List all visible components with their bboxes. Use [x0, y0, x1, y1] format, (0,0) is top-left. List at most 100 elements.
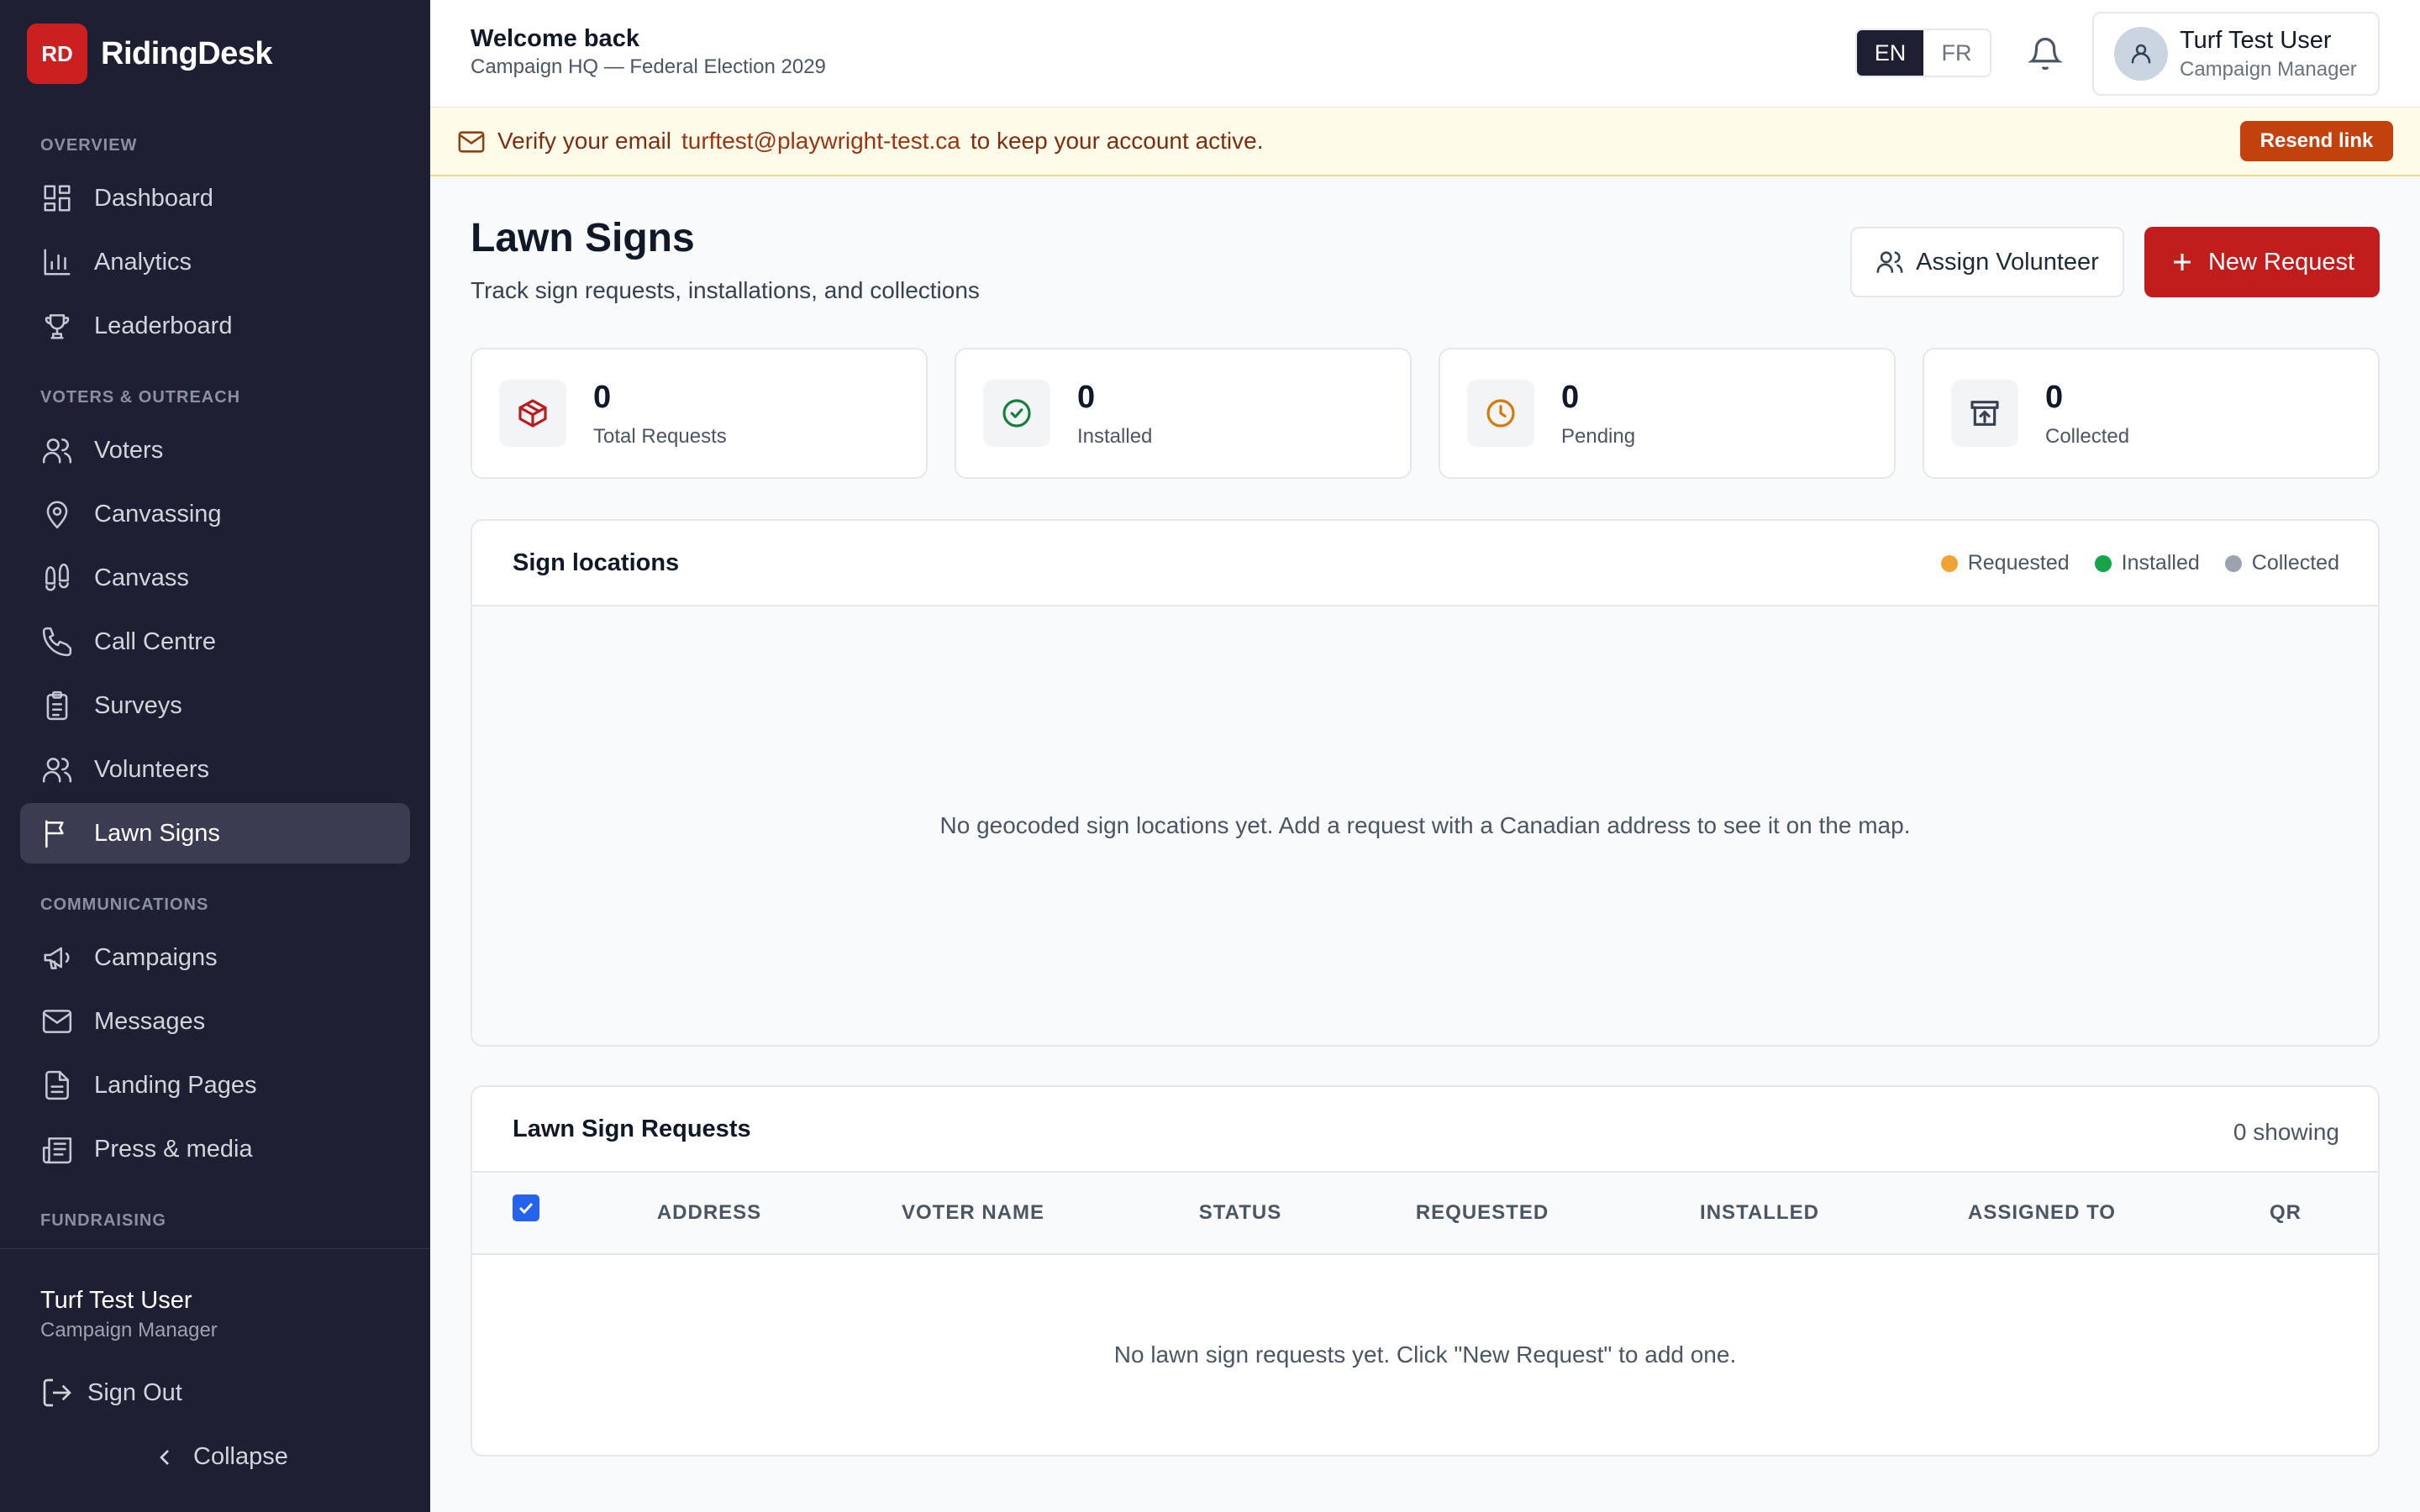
banner-text-after: to keep your account active.	[970, 128, 1264, 154]
sidebar-item-label: Campaigns	[94, 943, 218, 971]
sidebar-item-label: Messages	[94, 1007, 206, 1035]
stat-value: 0	[1077, 380, 1096, 415]
flag-icon	[40, 816, 74, 850]
map-area[interactable]: No geocoded sign locations yet. Add a re…	[472, 606, 2378, 1045]
avatar	[2114, 27, 2168, 81]
sign-out-button[interactable]: Sign Out	[40, 1376, 182, 1410]
stat-value: 0	[2045, 380, 2064, 415]
card-header: Sign locations Requested Installed Colle…	[472, 521, 2378, 606]
column-qr[interactable]: QR	[2270, 1201, 2302, 1225]
sidebar-user-name: Turf Test User	[40, 1287, 192, 1314]
sign-out-icon	[43, 1378, 71, 1407]
stat-card-installed: 0 Installed	[955, 348, 1412, 479]
section-communications: COMMUNICATIONS	[40, 895, 209, 914]
lang-en-button[interactable]: EN	[1857, 30, 1923, 76]
sidebar: RD RidingDesk OVERVIEW Dashboard Analyti…	[0, 0, 430, 1512]
banner-message: Verify your email turftest@playwright-tes…	[497, 128, 1264, 155]
user-name: Turf Test User	[2180, 26, 2332, 54]
table-empty-message: No lawn sign requests yet. Click "New Re…	[472, 1255, 2378, 1455]
file-icon	[40, 1068, 74, 1102]
collapse-button[interactable]: Collapse	[151, 1443, 288, 1471]
stat-value: 0	[593, 380, 612, 415]
bar-chart-icon	[40, 245, 74, 279]
brand[interactable]: RD RidingDesk	[27, 24, 273, 84]
column-address[interactable]: ADDRESS	[657, 1201, 761, 1225]
stat-label: Total Requests	[593, 425, 727, 448]
sidebar-item-messages[interactable]: Messages	[20, 991, 410, 1052]
sidebar-item-lawn-signs[interactable]: Lawn Signs	[20, 803, 410, 864]
sidebar-item-press-media[interactable]: Press & media	[20, 1119, 410, 1179]
legend-dot	[2094, 554, 2112, 572]
showing-count: 0 showing	[2233, 1119, 2339, 1145]
sidebar-item-call-centre[interactable]: Call Centre	[20, 612, 410, 672]
section-overview: OVERVIEW	[40, 136, 138, 155]
new-request-label: New Request	[2207, 248, 2355, 276]
sidebar-item-label: Surveys	[94, 691, 182, 719]
column-installed[interactable]: INSTALLED	[1700, 1201, 1819, 1225]
clock-icon	[1467, 380, 1534, 447]
sidebar-item-dashboard[interactable]: Dashboard	[20, 168, 410, 228]
mail-icon	[40, 1005, 74, 1038]
legend-installed: Installed	[2094, 551, 2200, 575]
lawn-sign-requests-card: Lawn Sign Requests 0 showing ADDRESS VOT…	[471, 1085, 2380, 1457]
lang-fr-button[interactable]: FR	[1923, 30, 1990, 76]
sidebar-item-leaderboard[interactable]: Leaderboard	[20, 296, 410, 356]
sidebar-item-label: Call Centre	[94, 627, 217, 655]
chevron-left-icon	[160, 1449, 169, 1465]
users-icon	[40, 753, 74, 786]
sidebar-user-role: Campaign Manager	[40, 1319, 218, 1341]
dashboard-icon	[40, 181, 74, 215]
map-empty-message: No geocoded sign locations yet. Add a re…	[939, 812, 1911, 838]
section-voters-outreach: VOTERS & OUTREACH	[40, 388, 241, 407]
users-icon	[40, 433, 74, 467]
select-all-checkbox[interactable]	[513, 1194, 539, 1221]
page-subtitle: Track sign requests, installations, and …	[471, 277, 980, 303]
sidebar-item-label: Lawn Signs	[94, 819, 220, 847]
user-menu[interactable]: Turf Test User Campaign Manager	[2092, 12, 2380, 96]
brand-logo: RD	[27, 24, 87, 84]
package-icon	[499, 380, 566, 447]
legend-label: Requested	[1967, 551, 2070, 575]
language-toggle: EN FR	[1855, 29, 1991, 77]
check-circle-icon	[983, 380, 1050, 447]
stat-label: Pending	[1561, 425, 1636, 448]
collapse-label: Collapse	[193, 1443, 288, 1470]
column-status[interactable]: STATUS	[1199, 1201, 1281, 1225]
sidebar-item-volunteers[interactable]: Volunteers	[20, 739, 410, 800]
trophy-icon	[40, 309, 74, 343]
stat-card-pending: 0 Pending	[1439, 348, 1896, 479]
legend-label: Installed	[2121, 551, 2200, 575]
phone-icon	[40, 625, 74, 659]
megaphone-icon	[40, 941, 74, 974]
map-legend: Requested Installed Collected	[1916, 551, 2339, 575]
stat-card-collected: 0 Collected	[1923, 348, 2380, 479]
user-icon	[2131, 44, 2151, 64]
archive-icon	[1951, 380, 2018, 447]
sidebar-item-canvass[interactable]: Canvass	[20, 548, 410, 608]
sidebar-item-canvassing[interactable]: Canvassing	[20, 484, 410, 544]
legend-label: Collected	[2251, 551, 2339, 575]
sidebar-item-label: Dashboard	[94, 184, 213, 212]
sidebar-item-analytics[interactable]: Analytics	[20, 232, 410, 292]
newspaper-icon	[40, 1132, 74, 1166]
resend-link-button[interactable]: Resend link	[2240, 121, 2393, 161]
column-requested[interactable]: REQUESTED	[1416, 1201, 1549, 1225]
notifications-button[interactable]	[2023, 32, 2067, 76]
legend-collected: Collected	[2224, 551, 2339, 575]
sidebar-item-surveys[interactable]: Surveys	[20, 675, 410, 736]
new-request-button[interactable]: New Request	[2144, 227, 2380, 297]
legend-requested: Requested	[1940, 551, 2070, 575]
users-icon	[1876, 251, 1903, 273]
column-voter-name[interactable]: VOTER NAME	[902, 1201, 1044, 1225]
sidebar-item-label: Canvass	[94, 564, 189, 591]
brand-name: RidingDesk	[101, 35, 273, 71]
sidebar-item-voters[interactable]: Voters	[20, 420, 410, 480]
column-assigned-to[interactable]: ASSIGNED TO	[1968, 1201, 2116, 1225]
stat-label: Collected	[2045, 425, 2130, 448]
verify-email-banner: Verify your email turftest@playwright-tes…	[430, 108, 2420, 176]
card-title: Sign locations	[513, 549, 680, 576]
sidebar-item-campaigns[interactable]: Campaigns	[20, 927, 410, 988]
card-header: Lawn Sign Requests 0 showing	[472, 1087, 2378, 1173]
sidebar-item-landing-pages[interactable]: Landing Pages	[20, 1055, 410, 1116]
assign-volunteer-button[interactable]: Assign Volunteer	[1850, 227, 2124, 297]
